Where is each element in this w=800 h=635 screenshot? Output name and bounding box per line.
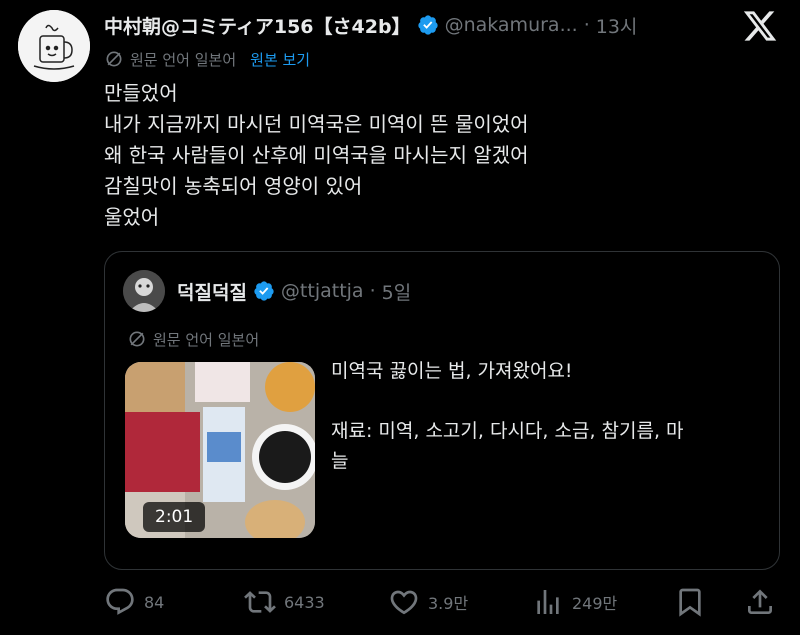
like-button[interactable]: 3.9만	[388, 584, 468, 620]
quote-header: 덕질덕질 @ttjattja · 5일	[177, 276, 411, 306]
retweet-count: 6433	[284, 592, 325, 612]
quote-author-name[interactable]: 덕질덕질	[177, 278, 247, 305]
views-button[interactable]: 249만	[532, 584, 617, 620]
quoted-tweet[interactable]: 덕질덕질 @ttjattja · 5일 원문 언어 일본어 2:01 미역국 끓…	[104, 251, 780, 570]
separator-dot: ·	[583, 14, 590, 36]
like-icon	[390, 590, 418, 615]
quote-text-line	[331, 386, 761, 416]
translate-icon	[129, 331, 145, 347]
quote-author-handle[interactable]: @ttjattja	[281, 280, 364, 302]
tweet-text-line: 내가 지금까지 마시던 미역국은 미역이 뜬 물이었어	[104, 112, 529, 136]
tweet-text-line: 울었어	[104, 205, 160, 229]
reply-button[interactable]: 84	[104, 584, 164, 620]
quote-text: 미역국 끓이는 법, 가져왔어요! 재료: 미역, 소고기, 다시다, 소금, …	[331, 356, 761, 476]
share-icon	[748, 589, 772, 614]
retweet-button[interactable]: 6433	[244, 584, 325, 620]
action-bar: 84 6433 3.9만 249만	[104, 584, 780, 620]
quote-text-line: 재료: 미역, 소고기, 다시다, 소금, 참기름, 마	[331, 420, 684, 442]
verified-badge-icon	[417, 15, 438, 35]
video-thumbnail[interactable]: 2:01	[125, 362, 315, 538]
retweet-icon	[244, 591, 276, 613]
translate-icon	[106, 51, 122, 67]
author-name[interactable]: 中村朝@コミティア156【さ42b】	[104, 12, 411, 39]
quote-translation-row: 원문 언어 일본어	[127, 328, 259, 350]
quote-text-line: 늘	[331, 450, 349, 472]
views-icon	[537, 590, 559, 614]
tweet-text: 만들었어 내가 지금까지 마시던 미역국은 미역이 뜬 물이었어 왜 한국 사람…	[104, 78, 529, 233]
quote-author-avatar[interactable]	[123, 270, 165, 312]
author-handle[interactable]: @nakamura...	[445, 14, 578, 36]
translation-row: 원문 언어 일본어 원본 보기	[104, 48, 310, 70]
bookmark-button[interactable]	[674, 584, 706, 620]
bookmark-icon	[679, 588, 701, 617]
video-duration: 2:01	[143, 502, 206, 532]
tweet-text-line: 감칠맛이 농축되어 영양이 있어	[104, 174, 363, 198]
translation-note: 원문 언어 일본어	[130, 50, 237, 69]
reply-count: 84	[144, 592, 165, 612]
quote-text-line: 미역국 끓이는 법, 가져왔어요!	[331, 360, 573, 382]
tweet-time[interactable]: 13시	[596, 12, 638, 39]
like-count: 3.9만	[428, 594, 469, 613]
reply-icon	[106, 588, 134, 615]
tweet-text-line: 만들었어	[104, 81, 178, 105]
views-count: 249만	[572, 594, 618, 613]
verified-badge-icon	[254, 281, 274, 301]
tweet-text-line: 왜 한국 사람들이 산후에 미역국을 마시는지 알겠어	[104, 143, 529, 167]
tweet-header: 中村朝@コミティア156【さ42b】 @nakamura... · 13시	[104, 10, 637, 40]
quote-translation-note: 원문 언어 일본어	[153, 330, 260, 349]
x-logo-icon[interactable]	[742, 8, 778, 44]
quote-time[interactable]: 5일	[382, 278, 412, 305]
show-original-link[interactable]: 원본 보기	[250, 49, 310, 70]
separator-dot: ·	[369, 280, 376, 302]
author-avatar[interactable]	[18, 10, 90, 82]
share-button[interactable]	[744, 584, 776, 620]
